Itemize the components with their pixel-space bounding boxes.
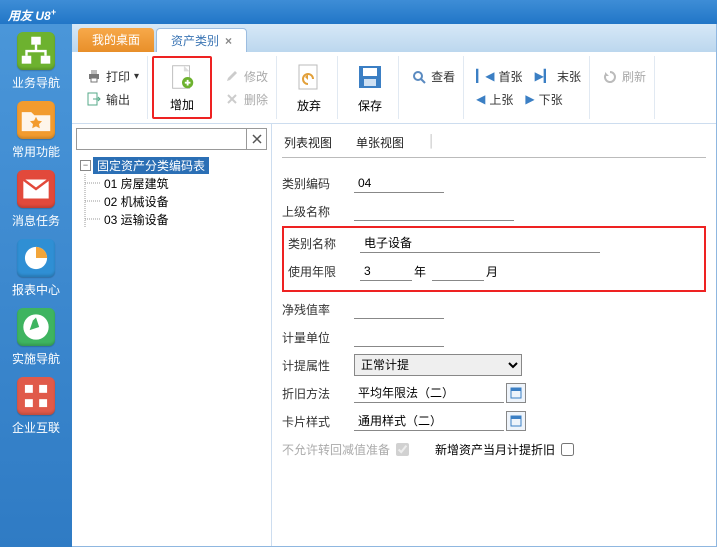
tab-bar: 我的桌面 资产类别 × bbox=[72, 24, 716, 52]
first-button[interactable]: ▎◀首张 bbox=[476, 68, 522, 85]
tree-search-clear-button[interactable] bbox=[246, 129, 266, 149]
dropdown-icon: ▾ bbox=[134, 71, 139, 82]
label-no-reverse: 不允许转回减值准备 bbox=[282, 441, 390, 458]
title-bar: 用友 U8+ bbox=[0, 0, 717, 24]
search-icon bbox=[411, 69, 427, 85]
export-icon bbox=[86, 91, 102, 107]
input-unit[interactable] bbox=[354, 327, 444, 347]
next-icon: ▶ bbox=[525, 92, 534, 106]
nav-implement[interactable]: 实施导航 bbox=[12, 308, 60, 367]
refresh-icon bbox=[602, 69, 618, 85]
tree-child[interactable]: 02 机械设备 bbox=[76, 192, 267, 210]
nav-label: 消息任务 bbox=[12, 212, 60, 229]
label-category-code: 类别编码 bbox=[282, 175, 354, 192]
label-new-month-deprec: 新增资产当月计提折旧 bbox=[435, 441, 555, 458]
undo-icon bbox=[293, 61, 325, 93]
viewtab-list[interactable]: 列表视图 bbox=[284, 134, 332, 151]
nav-business[interactable]: 业务导航 bbox=[12, 32, 60, 91]
lookup-icon bbox=[510, 415, 522, 427]
star-folder-icon bbox=[17, 101, 55, 139]
lookup-deprec-method-button[interactable] bbox=[506, 383, 526, 403]
input-residual-rate[interactable] bbox=[354, 299, 444, 319]
save-button[interactable]: 保存 bbox=[342, 56, 399, 119]
highlight-box: 类别名称 使用年限 年 月 bbox=[282, 226, 706, 292]
last-button[interactable]: ▶▎末张 bbox=[535, 68, 581, 85]
prev-button[interactable]: ◀上张 bbox=[476, 91, 513, 108]
print-button[interactable]: 打印 ▾ bbox=[86, 68, 139, 85]
tree-search bbox=[76, 128, 267, 150]
nav-label: 实施导航 bbox=[12, 350, 60, 367]
input-deprec-method[interactable] bbox=[354, 383, 504, 403]
nav-label: 常用功能 bbox=[12, 143, 60, 160]
label-parent-name: 上级名称 bbox=[282, 203, 354, 220]
category-tree: − 固定资产分类编码表 01 房屋建筑02 机械设备03 运输设备 bbox=[76, 156, 267, 228]
tab-asset-category[interactable]: 资产类别 × bbox=[156, 28, 247, 52]
nav-reports[interactable]: 报表中心 bbox=[12, 239, 60, 298]
toolbar: 打印 ▾ 输出 增加 修改 删除 bbox=[72, 52, 716, 124]
input-category-name[interactable] bbox=[360, 233, 600, 253]
input-card-style[interactable] bbox=[354, 411, 504, 431]
app-title-prefix: 用友 bbox=[8, 9, 32, 23]
app-title-sup: + bbox=[51, 7, 56, 17]
abandon-button[interactable]: 放弃 bbox=[281, 56, 338, 119]
form-panel: 列表视图 单张视图 │ 类别编码 上级名称 类别名称 bbox=[272, 124, 716, 546]
label-category-name: 类别名称 bbox=[288, 235, 360, 252]
refresh-button[interactable]: 刷新 bbox=[602, 68, 646, 85]
label-card-style: 卡片样式 bbox=[282, 413, 354, 430]
pencil-icon bbox=[224, 68, 240, 84]
sitemap-icon bbox=[17, 32, 55, 70]
nav-label: 业务导航 bbox=[12, 74, 60, 91]
delete-button[interactable]: 删除 bbox=[224, 91, 268, 108]
label-unit: 计量单位 bbox=[282, 329, 354, 346]
grid-icon bbox=[17, 377, 55, 415]
lookup-card-style-button[interactable] bbox=[506, 411, 526, 431]
next-button[interactable]: ▶下张 bbox=[525, 91, 562, 108]
select-accrual-attr[interactable]: 正常计提 bbox=[354, 354, 522, 376]
app-title-brand: U8 bbox=[35, 9, 50, 23]
input-years[interactable] bbox=[360, 261, 412, 281]
output-button[interactable]: 输出 bbox=[86, 91, 139, 108]
pie-chart-icon bbox=[17, 239, 55, 277]
printer-icon bbox=[86, 68, 102, 84]
left-nav: 业务导航 常用功能 消息任务 报表中心 实施导航 企业互联 bbox=[0, 24, 72, 547]
tree-root[interactable]: − 固定资产分类编码表 bbox=[76, 156, 267, 174]
collapse-icon[interactable]: − bbox=[80, 160, 91, 171]
compass-icon bbox=[17, 308, 55, 346]
prev-icon: ◀ bbox=[476, 92, 485, 106]
first-icon: ▎◀ bbox=[476, 69, 494, 83]
last-icon: ▶▎ bbox=[535, 69, 553, 83]
save-icon bbox=[354, 61, 386, 93]
clear-icon bbox=[251, 133, 263, 145]
lookup-icon bbox=[510, 387, 522, 399]
nav-label: 企业互联 bbox=[12, 419, 60, 436]
label-residual-rate: 净残值率 bbox=[282, 301, 354, 318]
add-document-icon bbox=[166, 62, 198, 92]
checkbox-no-reverse bbox=[396, 443, 409, 456]
label-useful-life: 使用年限 bbox=[288, 263, 360, 280]
nav-messages[interactable]: 消息任务 bbox=[12, 170, 60, 229]
tree-child[interactable]: 03 运输设备 bbox=[76, 210, 267, 228]
tree-child[interactable]: 01 房屋建筑 bbox=[76, 174, 267, 192]
input-months[interactable] bbox=[432, 261, 484, 281]
nav-favorites[interactable]: 常用功能 bbox=[12, 101, 60, 160]
view-button[interactable]: 查看 bbox=[411, 68, 455, 85]
nav-enterprise[interactable]: 企业互联 bbox=[12, 377, 60, 436]
view-tabs: 列表视图 单张视图 │ bbox=[282, 130, 706, 158]
input-parent-name[interactable] bbox=[354, 201, 514, 221]
tree-search-input[interactable] bbox=[77, 129, 246, 149]
viewtab-single[interactable]: 单张视图 bbox=[356, 134, 404, 151]
add-button[interactable]: 增加 bbox=[152, 56, 212, 119]
checkbox-new-month-deprec[interactable] bbox=[561, 443, 574, 456]
envelope-icon bbox=[17, 170, 55, 208]
input-category-code[interactable] bbox=[354, 173, 444, 193]
tree-panel: − 固定资产分类编码表 01 房屋建筑02 机械设备03 运输设备 bbox=[72, 124, 272, 546]
modify-button[interactable]: 修改 bbox=[224, 68, 268, 85]
label-deprec-method: 折旧方法 bbox=[282, 385, 354, 402]
delete-icon bbox=[224, 91, 240, 107]
close-icon[interactable]: × bbox=[225, 29, 232, 53]
tab-desktop[interactable]: 我的桌面 bbox=[78, 28, 154, 52]
label-accrual-attr: 计提属性 bbox=[282, 357, 354, 374]
nav-label: 报表中心 bbox=[12, 281, 60, 298]
